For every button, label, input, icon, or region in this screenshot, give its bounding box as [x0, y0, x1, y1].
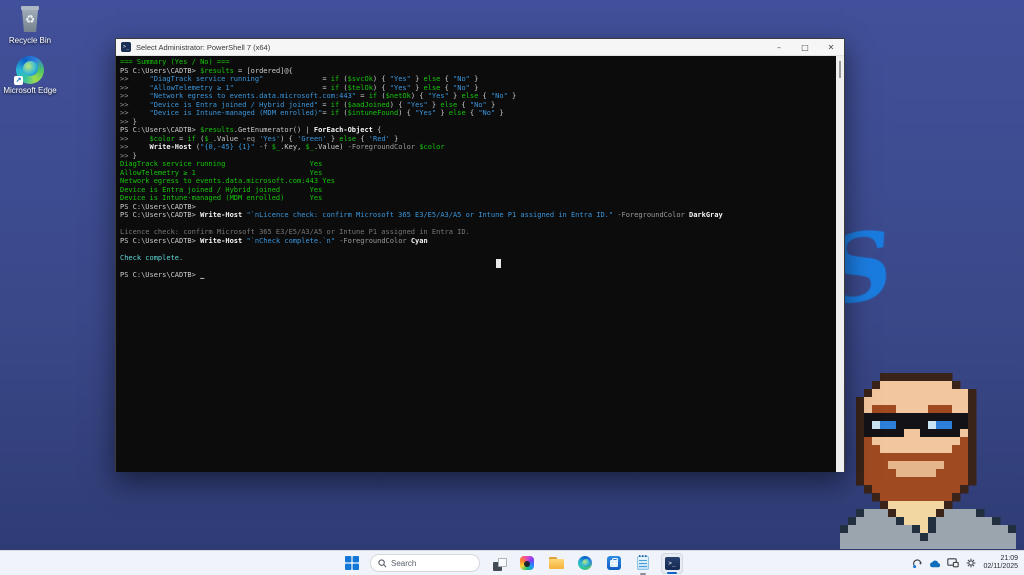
powershell-window-icon: >_ [121, 42, 131, 52]
scrollbar-thumb[interactable] [839, 61, 841, 78]
cast-display-tray-icon[interactable] [947, 557, 960, 569]
photos-app-button[interactable] [516, 553, 538, 574]
pixel-avatar-image [840, 373, 1016, 549]
terminal-output[interactable]: === Summary (Yes / No) === PS C:\Users\CA… [116, 56, 836, 472]
terminal-line: >> "Network egress to events.data.micros… [120, 92, 517, 100]
recycle-bin-icon: ♻ [18, 6, 42, 34]
edge-icon: ↗ [14, 56, 44, 85]
start-button[interactable] [341, 553, 363, 574]
photos-icon [520, 556, 534, 570]
terminal-line: PS C:\Users\CADTB> _ [120, 270, 205, 279]
edge-icon [578, 556, 592, 570]
notepad-button[interactable] [632, 553, 654, 575]
clock-time: 21:09 [1000, 555, 1018, 562]
close-button[interactable]: ✕ [818, 39, 844, 55]
terminal-line: >> "Device is Entra joined / Hybrid join… [120, 100, 496, 109]
terminal-line: Licence check: confirm Microsoft 365 E3/… [120, 228, 470, 236]
terminal-line: >> } [120, 117, 137, 126]
taskbar-clock[interactable]: 21:09 02/11/2025 [983, 555, 1020, 571]
update-tray-icon[interactable] [911, 557, 923, 569]
running-app-indicator [640, 572, 646, 575]
onedrive-tray-icon[interactable] [929, 557, 941, 569]
search-label: Search [391, 558, 417, 568]
taskbar-search[interactable]: Search [370, 554, 480, 572]
desktop-icon-label: Microsoft Edge [3, 86, 57, 95]
powershell-icon: >_ [664, 556, 680, 570]
terminal-line: Network egress to events.data.microsoft.… [120, 177, 335, 185]
terminal-line: >> "DiagTrack service running" = if ($sv… [120, 75, 479, 83]
powershell-taskbar-button[interactable]: >_ [661, 552, 683, 574]
terminal-line: PS C:\Users\CADTB> Write-Host "`nLicence… [120, 211, 723, 219]
terminal-line: Check complete. [120, 253, 184, 262]
text-cursor-block [496, 259, 501, 268]
clock-date: 02/11/2025 [983, 563, 1018, 570]
terminal-line: >> "AllowTelemetry ≥ 1" = if ($telOk) { … [120, 83, 479, 92]
task-view-icon [490, 555, 507, 571]
search-icon [378, 558, 387, 567]
terminal-line: PS C:\Users\CADTB> $results.GetEnumerato… [120, 126, 382, 134]
notepad-icon [637, 555, 649, 570]
settings-sync-tray-icon[interactable] [965, 557, 977, 569]
desktop-icon-label: Recycle Bin [8, 36, 52, 45]
terminal-line: >> } [120, 151, 137, 160]
powershell-window: >_ Select Administrator: PowerShell 7 (x… [115, 38, 845, 472]
file-explorer-icon [548, 557, 564, 569]
terminal-scrollbar[interactable] [836, 56, 844, 472]
window-title: Select Administrator: PowerShell 7 (x64) [136, 42, 271, 52]
terminal-line: DiagTrack service running Yes [120, 160, 323, 168]
microsoft-store-button[interactable] [603, 553, 625, 574]
microsoft-store-icon [607, 556, 621, 570]
terminal-line: >> $color = if ($_.Value -eq 'Yes') { 'G… [120, 134, 399, 143]
terminal-line: AllowTelemetry ≥ 1 Yes [120, 168, 323, 177]
maximize-button[interactable]: □ [792, 39, 818, 55]
terminal-line: Device is Intune-managed (MDM enrolled) … [120, 194, 323, 202]
window-titlebar[interactable]: >_ Select Administrator: PowerShell 7 (x… [116, 39, 844, 56]
task-view-button[interactable] [487, 553, 509, 574]
terminal-line: >> "Device is Intune-managed (MDM enroll… [120, 109, 504, 117]
terminal-line: PS C:\Users\CADTB> $results = [ordered]@… [120, 66, 293, 75]
shortcut-arrow-icon: ↗ [14, 76, 23, 85]
desktop-icon-recycle-bin[interactable]: ♻ Recycle Bin [2, 6, 58, 45]
active-app-indicator [667, 571, 677, 574]
terminal-line: >> Write-Host ("{0,-45} {1}" -f $_.Key, … [120, 143, 445, 151]
file-explorer-button[interactable] [545, 553, 567, 574]
minimize-button[interactable]: – [766, 39, 792, 55]
terminal-line: === Summary (Yes / No) === [120, 58, 230, 66]
windows-logo-icon [345, 556, 359, 570]
terminal-line: Device is Entra joined / Hybrid joined Y… [120, 185, 323, 194]
edge-taskbar-button[interactable] [574, 553, 596, 574]
terminal-line: PS C:\Users\CADTB> Write-Host "`nCheck c… [120, 236, 428, 245]
terminal-line: PS C:\Users\CADTB> [120, 202, 201, 211]
desktop-icon-microsoft-edge[interactable]: ↗ Microsoft Edge [2, 56, 58, 95]
taskbar: Search >_ 21:09 02/11/2025 [0, 550, 1024, 575]
